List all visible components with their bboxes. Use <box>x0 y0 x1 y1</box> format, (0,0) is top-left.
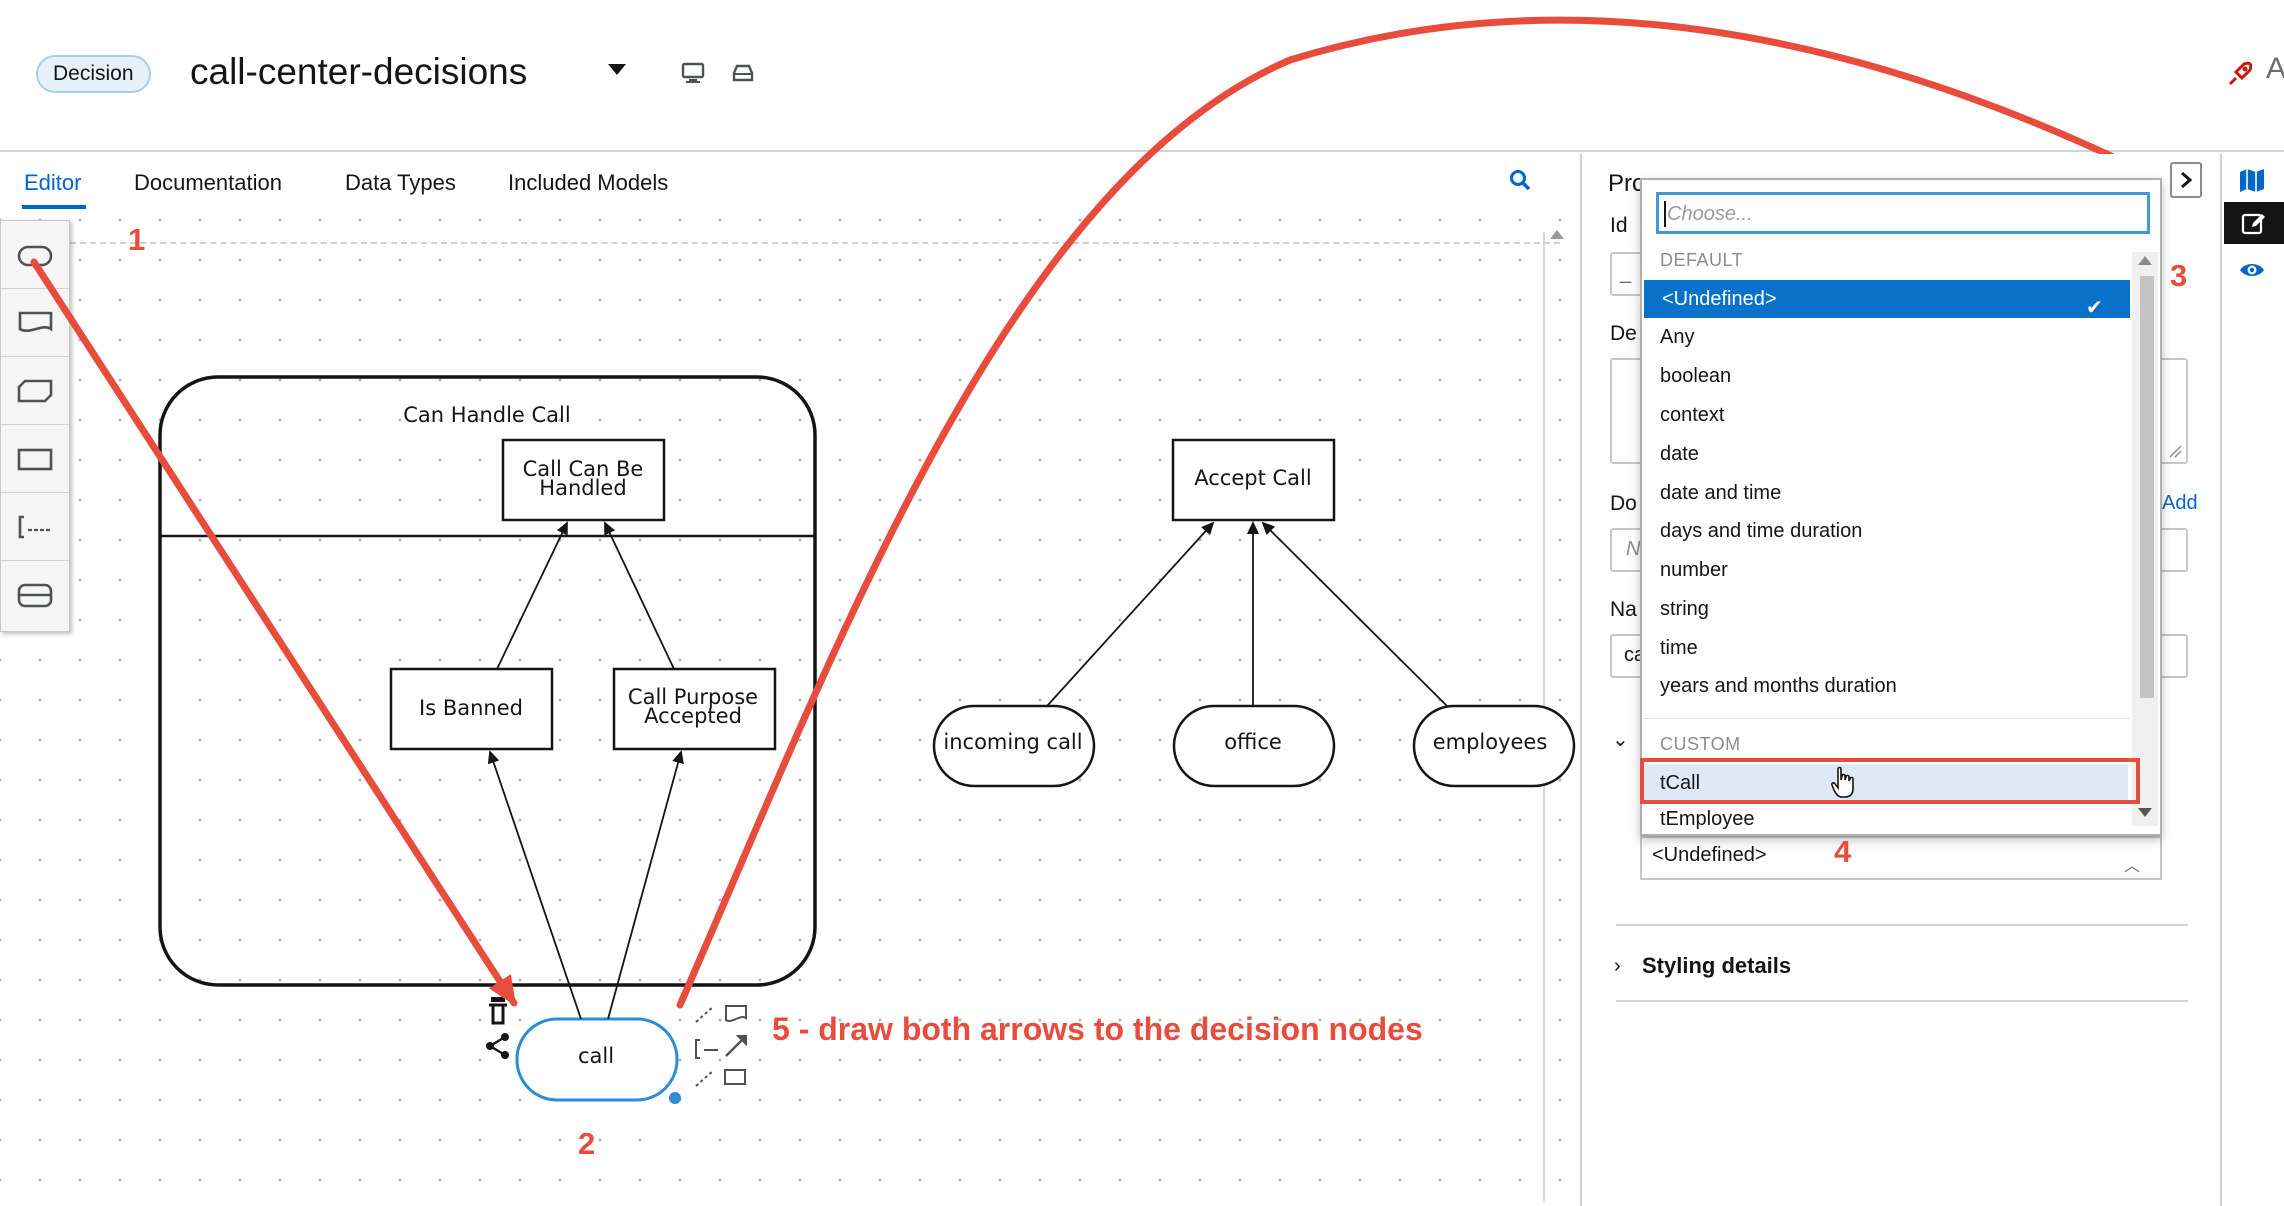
annotation-step-4: 4 <box>1834 834 1852 869</box>
scroll-up-arrow-icon[interactable] <box>2138 256 2152 265</box>
dropdown-scroll-thumb[interactable] <box>2140 276 2154 698</box>
palette-business-knowledge-model[interactable] <box>1 357 71 425</box>
palette-input-data[interactable] <box>1 221 71 289</box>
prop-label-id: Id <box>1610 214 1628 237</box>
map-icon[interactable] <box>2238 166 2266 194</box>
data-type-select-value: <Undefined> <box>1652 844 1767 866</box>
diagram-canvas[interactable] <box>0 216 1578 1206</box>
canvas-right-border <box>1543 232 1545 1202</box>
option-boolean[interactable]: boolean <box>1642 357 2128 395</box>
editor-tabs: Editor Documentation Data Types Included… <box>0 154 1580 216</box>
option-days-and-time-duration[interactable]: days and time duration <box>1642 512 2128 550</box>
styling-details-toggle[interactable]: Styling details <box>1642 953 1791 979</box>
data-type-dropdown: Choose... DEFAULT <Undefined> ✔ Any bool… <box>1640 178 2162 836</box>
option-context[interactable]: context <box>1642 396 2128 434</box>
group-header-default: DEFAULT <box>1660 250 1744 270</box>
dropdown-search-placeholder: Choose... <box>1667 203 1753 225</box>
decision-icon <box>17 448 53 471</box>
rocket-icon[interactable] <box>2222 56 2258 92</box>
canvas-scroll-up-icon[interactable] <box>1550 230 1564 239</box>
option-string[interactable]: string <box>1642 590 2128 628</box>
prop-label-description: De <box>1610 322 1637 345</box>
panel-collapse-button[interactable] <box>2170 162 2202 198</box>
canvas-bounds <box>60 242 1560 244</box>
eye-icon[interactable] <box>2238 256 2266 284</box>
model-type-badge: Decision <box>36 55 151 93</box>
chevron-right-icon <box>2181 171 2193 189</box>
shape-palette <box>0 220 71 632</box>
model-title[interactable]: call-center-decisions <box>190 48 527 96</box>
annotation-step-5: 5 - draw both arrows to the decision nod… <box>772 1011 1423 1047</box>
tab-editor[interactable]: Editor <box>24 168 81 198</box>
add-documentation-link[interactable]: Add <box>2162 492 2198 515</box>
palette-decision[interactable] <box>1 425 71 493</box>
editor-header: Decision call-center-decisions A <box>0 0 2284 152</box>
search-icon[interactable] <box>1508 168 1532 192</box>
option-years-and-months-duration[interactable]: years and months duration <box>1642 667 2128 705</box>
title-dropdown-caret-icon[interactable] <box>608 64 626 75</box>
annotation-highlight-box <box>1640 758 2140 804</box>
tab-included-models[interactable]: Included Models <box>508 168 668 198</box>
section-chevron-down-icon[interactable]: ⌄ <box>1612 727 1629 752</box>
prop-label-documentation: Do <box>1610 492 1637 515</box>
option-time[interactable]: time <box>1642 629 2128 667</box>
resize-grip-icon[interactable] <box>2168 444 2182 458</box>
text-cursor <box>1664 201 1666 227</box>
option-date-and-time[interactable]: date and time <box>1642 474 2128 512</box>
header-right-label[interactable]: A <box>2266 52 2284 86</box>
annotation-step-3: 3 <box>2170 258 2188 293</box>
business-knowledge-model-icon <box>17 379 53 403</box>
palette-decision-service[interactable] <box>1 561 71 629</box>
decision-service-icon <box>17 583 53 608</box>
annotation-step-1: 1 <box>128 222 146 257</box>
hand-cursor-icon <box>1831 766 1854 798</box>
tab-data-types[interactable]: Data Types <box>345 168 456 198</box>
scroll-down-arrow-icon[interactable] <box>2138 808 2152 817</box>
palette-text-annotation[interactable] <box>1 493 71 561</box>
drive-icon[interactable] <box>730 60 756 86</box>
tab-documentation[interactable]: Documentation <box>134 168 282 198</box>
chevron-up-icon: ︿ <box>2123 858 2140 875</box>
desktop-icon[interactable] <box>680 60 706 86</box>
input-data-icon <box>17 245 53 267</box>
option-number[interactable]: number <box>1642 551 2128 589</box>
prop-label-name: Na <box>1610 598 1637 621</box>
palette-knowledge-source[interactable] <box>1 289 71 357</box>
dropdown-search-input[interactable]: Choose... <box>1656 192 2150 234</box>
option-any[interactable]: Any <box>1642 318 2128 356</box>
knowledge-source-icon <box>18 311 53 332</box>
annotation-step-2: 2 <box>578 1126 596 1161</box>
group-header-custom: CUSTOM <box>1660 734 1741 754</box>
styling-chevron-right-icon[interactable]: › <box>1614 955 1621 978</box>
edit-icon[interactable] <box>2240 210 2268 238</box>
option-temployee[interactable]: tEmployee <box>1642 800 2128 834</box>
right-toolbar <box>2220 154 2284 1206</box>
active-tab-indicator <box>22 205 86 209</box>
option-undefined[interactable]: <Undefined> ✔ <box>1644 280 2130 319</box>
section-divider <box>1616 1000 2188 1002</box>
text-annotation-icon <box>18 515 50 539</box>
section-divider <box>1616 924 2188 926</box>
option-date[interactable]: date <box>1642 435 2128 473</box>
data-type-select[interactable]: <Undefined> ︿ <box>1640 836 2162 880</box>
group-divider <box>1644 718 2130 719</box>
